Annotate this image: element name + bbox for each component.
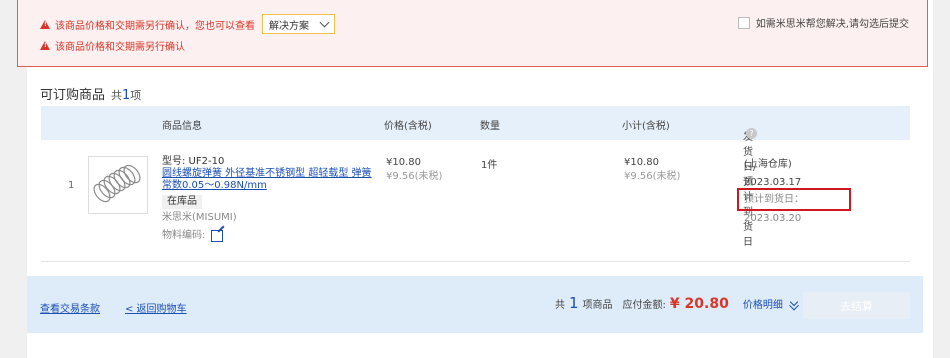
back-to-cart-link[interactable]: < 返回购物车 [125,300,187,315]
row-index: 1 [68,180,75,191]
qty-cell: 1件 [481,160,498,171]
header-price: 价格(含税) [384,121,432,132]
header-qty: 数量 [480,121,500,132]
warning-line-1: 该商品价格和交期需另行确认，您也可以查看 解决方案 [40,14,335,34]
product-info: 型号: UF2-10 圆线螺旋弹簧 外径基准不锈钢型 超轻载型 弹簧常数0.05… [162,156,377,242]
checkout-button[interactable]: 去结算 [803,292,910,319]
product-brand: 米思米(MISUMI) [162,212,237,223]
total-prefix: 共 [555,300,565,311]
subtotal-cell: ¥10.80 ¥9.56(未税) [624,156,680,184]
warehouse: (上海仓库) [744,159,792,170]
product-thumbnail[interactable] [88,156,148,214]
agree-label: 如需米思米帮您解决,请勾选后提交 [755,19,909,30]
terms-link[interactable]: 查看交易条款 [40,300,100,315]
section-title: 可订购商品 共1项 [40,84,141,103]
amount-value: ¥ 20.80 [669,296,729,312]
price-detail-toggle[interactable]: 价格明细 [742,296,799,311]
ship-cell: (上海仓库) 2023.03.17 [744,156,801,192]
price-notax: ¥9.56(未税) [386,171,443,182]
subtotal-tax: ¥10.80 [624,157,659,168]
solution-dropdown[interactable]: 解决方案 [262,14,335,34]
material-code-label: 物料编码: [162,230,206,241]
eta-highlight: 预计到货日：2023.03.20 [737,188,851,224]
order-totals: 共 1 项商品 应付金额: ¥ 20.80 价格明细 [555,294,799,312]
agree-option[interactable]: 如需米思米帮您解决,请勾选后提交 [737,15,909,30]
agree-checkbox[interactable] [737,16,750,29]
warning-text-1: 该商品价格和交期需另行确认，您也可以查看 [55,20,255,32]
count-suffix: 项 [130,89,142,102]
warning-text-2: 该商品价格和交期需另行确认 [55,42,185,53]
price-tax: ¥10.80 [386,157,421,168]
price-cell: ¥10.80 ¥9.56(未税) [386,156,442,184]
double-chevron-down-icon [789,297,799,306]
price-detail-label: 价格明细 [742,300,783,311]
help-icon[interactable]: ? [746,128,757,139]
warning-line-2: 该商品价格和交期需另行确认 [40,38,185,53]
warning-box: 该商品价格和交期需另行确认，您也可以查看 解决方案 该商品价格和交期需另行确认 … [17,0,928,67]
subtotal-notax: ¥9.56(未税) [624,171,681,182]
order-confirm-page: 该商品价格和交期需另行确认，您也可以查看 解决方案 该商品价格和交期需另行确认 … [17,0,933,358]
table-row: 1 型号: UF2-10 圆线螺旋弹簧 外径基准不锈钢型 超轻载型 弹簧常数0.… [41,140,910,262]
count-prefix: 共 [111,89,123,102]
stock-badge: 在库品 [162,195,202,209]
edit-icon[interactable] [211,230,224,242]
solution-label: 解决方案 [269,20,309,32]
header-product: 商品信息 [162,121,202,132]
section-count: 共1项 [111,88,142,103]
amount-label: 应付金额: [622,300,666,311]
product-name-link[interactable]: 圆线螺旋弹簧 外径基准不锈钢型 超轻载型 弹簧常数0.05～0.98N/mm [162,168,377,192]
total-count: 1 [569,294,579,312]
product-model: 型号: UF2-10 [162,156,225,167]
material-code: 物料编码: [162,230,377,242]
spring-image-icon [93,165,141,203]
section-title-text: 可订购商品 [40,88,106,103]
warning-icon [40,41,50,50]
total-suffix: 项商品 [582,300,613,311]
header-subtotal: 小计(含税) [622,121,670,132]
table-header: 商品信息 价格(含税) 数量 小计(含税) 发货日/预计到货日? [41,106,910,248]
warning-icon [40,19,50,29]
chevron-down-icon [319,17,330,27]
footer-bar: 查看交易条款 < 返回购物车 共 1 项商品 应付金额: ¥ 20.80 价格明… [27,276,923,333]
